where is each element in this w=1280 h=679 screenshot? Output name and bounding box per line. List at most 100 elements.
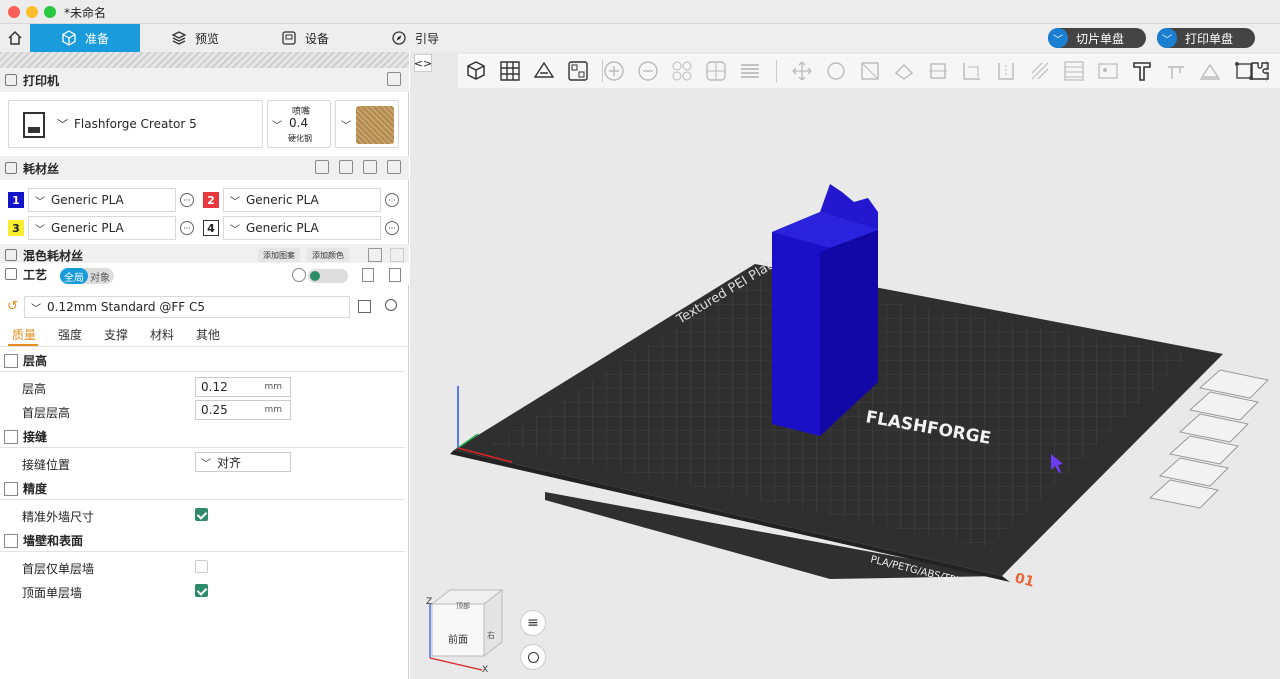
view-cube[interactable]: 前面 顶部 右 Z X [426,588,504,675]
view-cube-side-label[interactable]: 右 [487,630,495,640]
emboss-button[interactable] [1094,57,1122,85]
zoom-window-button[interactable] [44,6,56,18]
sidebar-drag-strip[interactable] [0,52,409,68]
precise-wall-checkbox[interactable] [195,508,208,521]
main-tab-bar: 准备 预览 设备 引导 ﹀ 切片单盘 ﹀ 打印单盘 [0,24,1280,52]
compare-icon[interactable] [389,268,401,282]
filament-slot-2[interactable]: 2 ﹀ Generic PLA ··· [203,188,399,212]
nozzle-selector[interactable]: ﹀ 喷嘴 0.4 硬化钢 [267,100,331,148]
slice-plate-button[interactable]: ﹀ 切片单盘 [1048,28,1146,48]
3d-viewport[interactable]: Textured PEI Plate FLASHFORGE PLA/PETG/A… [410,52,1280,679]
filament-slot-number[interactable]: 2 [203,192,219,208]
add-object-button[interactable] [462,57,490,85]
network-icon[interactable] [292,268,306,282]
tab-device[interactable]: 设备 [250,24,360,52]
toggle-global[interactable]: 全局 [60,268,88,284]
filament-settings-icon[interactable] [387,160,401,174]
more-options-icon[interactable]: ··· [180,221,194,235]
filament-slot-number[interactable]: 1 [8,192,24,208]
cube-icon [62,30,76,46]
layers-list-button[interactable] [736,57,764,85]
fuzzy-skin-button[interactable] [1026,57,1054,85]
remove-instance-button[interactable] [634,57,662,85]
printer-thumbnail-icon [23,112,45,138]
split-parts-icon [706,61,726,81]
color-paint-button[interactable] [1060,57,1088,85]
lay-on-face-button[interactable] [890,57,918,85]
filament-slot-4[interactable]: 4 ﹀ Generic PLA ··· [203,216,399,240]
add-filament-icon[interactable] [339,160,353,174]
extensions-button[interactable] [1246,57,1274,85]
filament-slot-number[interactable]: 3 [8,220,24,236]
view-cube-top-label[interactable]: 顶部 [456,601,470,610]
minimize-window-button[interactable] [26,6,38,18]
save-preset-icon[interactable] [358,300,371,313]
text-tool-button[interactable] [1128,57,1156,85]
scale-tool-button[interactable] [856,57,884,85]
menu-button[interactable]: ≡ [520,610,546,636]
tab-guide[interactable]: 引导 [360,24,470,52]
reset-preset-icon[interactable]: ↺ [7,299,18,314]
slice-dropdown-chevron-icon[interactable]: ﹀ [1048,28,1068,48]
printer-settings-icon[interactable] [387,72,401,86]
add-color-button[interactable]: 添加颜色 [307,248,349,262]
add-pattern-button[interactable]: 添加图案 [258,248,300,262]
add-mixed-icon[interactable] [390,248,404,262]
grid-icon [500,61,520,81]
add-instance-button[interactable] [600,57,628,85]
process-preset-selector[interactable]: ﹀ 0.12mm Standard @FF C5 [24,296,350,318]
filament-slot-1[interactable]: 1 ﹀ Generic PLA ··· [8,188,194,212]
more-options-icon[interactable]: ··· [180,193,194,207]
arrange-button[interactable] [564,57,592,85]
rotate-tool-button[interactable] [822,57,850,85]
first-layer-height-input[interactable]: 0.25 mm [195,400,291,420]
print-plate-button[interactable]: ﹀ 打印单盘 [1157,28,1255,48]
support-paint-button[interactable] [958,57,986,85]
search-icon[interactable] [385,299,397,311]
plate-selector[interactable]: ﹀ [335,100,399,148]
subtab-material[interactable]: 材料 [150,326,174,343]
split-objects-button[interactable] [668,57,696,85]
subtab-quality[interactable]: 质量 [12,326,36,343]
printer-section-header[interactable]: 打印机 [0,68,409,92]
toggle-object[interactable]: 对象 [90,269,110,284]
zoom-search-button[interactable] [520,644,546,670]
add-plate-button[interactable] [496,57,524,85]
subtab-other[interactable]: 其他 [196,326,220,343]
more-options-icon[interactable]: ··· [385,193,399,207]
auto-orient-button[interactable] [530,57,558,85]
remove-mixed-icon[interactable] [368,248,382,262]
seam-paint-button[interactable] [992,57,1020,85]
notes-icon[interactable] [362,268,374,282]
remove-filament-icon[interactable] [315,160,329,174]
move-tool-button[interactable] [788,57,816,85]
print-dropdown-chevron-icon[interactable]: ﹀ [1157,28,1177,48]
global-object-toggle[interactable]: 全局 对象 [60,268,114,284]
more-options-icon[interactable]: ··· [385,221,399,235]
assemble-tool-button[interactable] [1196,57,1224,85]
view-cube-front-label[interactable]: 前面 [448,633,468,646]
tab-preview[interactable]: 预览 [140,24,250,52]
add-cube-icon [467,61,485,80]
printer-selector[interactable]: ﹀ Flashforge Creator 5 [8,100,263,148]
top-single-wall-checkbox[interactable] [195,584,208,597]
split-parts-button[interactable] [702,57,730,85]
subtab-support[interactable]: 支撑 [104,326,128,343]
cut-tool-button[interactable] [924,57,952,85]
filament-name: Generic PLA [51,193,124,207]
advanced-switch[interactable] [308,269,348,283]
first-layer-single-wall-checkbox[interactable] [195,560,208,573]
subtab-strength[interactable]: 强度 [58,326,82,343]
filament-slot-3[interactable]: 3 ﹀ Generic PLA ··· [8,216,194,240]
tab-prepare[interactable]: 准备 [30,24,140,52]
close-window-button[interactable] [8,6,20,18]
layer-height-input[interactable]: 0.12 mm [195,377,291,397]
measure-tool-button[interactable] [1162,57,1190,85]
sync-filament-icon[interactable] [363,160,377,174]
collapse-sidebar-button[interactable]: <> [414,54,432,72]
seam-position-select[interactable]: ﹀ 对齐 [195,452,291,472]
home-button[interactable] [0,24,30,52]
plate-number-text: 01 [1013,570,1036,590]
filament-section-header[interactable]: 耗材丝 [0,156,409,180]
filament-slot-number[interactable]: 4 [203,220,219,236]
